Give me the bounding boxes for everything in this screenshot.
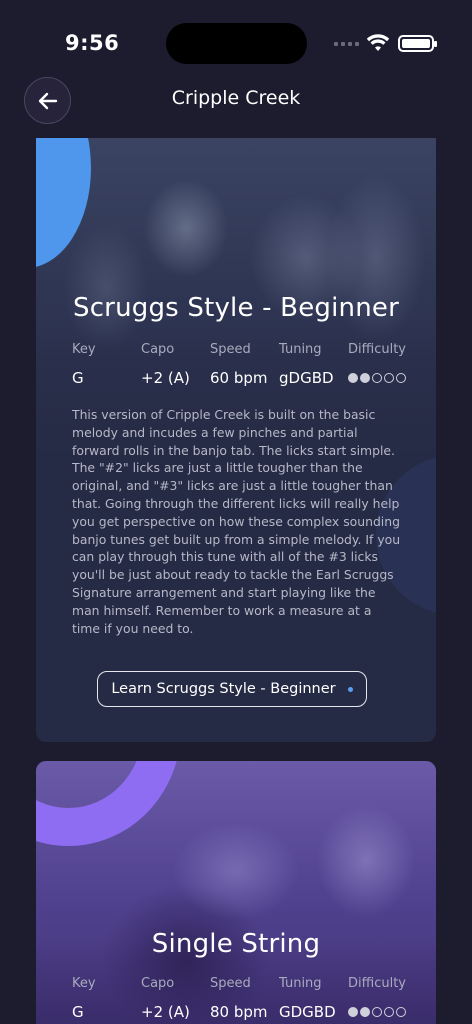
meta-capo: Capo +2 (A) (141, 976, 190, 1021)
meta-value: G (72, 1003, 84, 1021)
difficulty-dot-empty (372, 1007, 382, 1017)
difficulty-dot-empty (396, 1007, 406, 1017)
meta-label: Key (72, 342, 96, 357)
wifi-icon (366, 34, 390, 51)
arrangement-title: Scruggs Style - Beginner (72, 293, 399, 323)
status-time: 9:56 (65, 31, 120, 55)
difficulty-dot-filled (360, 1007, 370, 1017)
meta-value: +2 (A) (141, 1003, 190, 1021)
arrangement-title: Single String (151, 929, 321, 959)
learn-button-label: Learn Scruggs Style - Beginner (111, 681, 336, 697)
meta-value: gDGBD (279, 369, 334, 387)
meta-difficulty: Difficulty (348, 342, 406, 383)
difficulty-dot-filled (348, 1007, 358, 1017)
meta-key: Key G (72, 976, 96, 1021)
difficulty-dot-empty (372, 373, 382, 383)
battery-icon (398, 35, 437, 52)
difficulty-rating (348, 373, 406, 383)
meta-tuning: Tuning gDGBD (279, 342, 334, 387)
meta-label: Difficulty (348, 976, 406, 991)
difficulty-dot-empty (384, 1007, 394, 1017)
meta-label: Speed (210, 342, 251, 357)
meta-capo: Capo +2 (A) (141, 342, 190, 387)
bullet-icon (347, 686, 353, 692)
meta-difficulty: Difficulty (348, 976, 406, 1017)
difficulty-dot-filled (348, 373, 358, 383)
page-title: Cripple Creek (171, 87, 301, 109)
difficulty-dot-filled (360, 373, 370, 383)
difficulty-dot-empty (384, 373, 394, 383)
difficulty-dot-empty (396, 373, 406, 383)
meta-speed: Speed 60 bpm (210, 342, 268, 387)
meta-value: 80 bpm (210, 1003, 268, 1021)
meta-label: Tuning (279, 342, 322, 357)
meta-speed: Speed 80 bpm (210, 976, 268, 1021)
meta-label: Speed (210, 976, 251, 991)
meta-label: Tuning (279, 976, 322, 991)
meta-label: Key (72, 976, 96, 991)
meta-value: G (72, 369, 84, 387)
difficulty-rating (348, 1007, 406, 1017)
cellular-signal-icon (334, 42, 359, 46)
arrangement-description: This version of Cripple Creek is built o… (72, 407, 401, 636)
meta-label: Capo (141, 342, 175, 357)
dynamic-island (166, 23, 307, 64)
meta-label: Capo (141, 976, 175, 991)
meta-value: GDGBD (279, 1003, 336, 1021)
meta-key: Key G (72, 342, 96, 387)
meta-label: Difficulty (348, 342, 406, 357)
meta-tuning: Tuning GDGBD (279, 976, 336, 1021)
meta-value: +2 (A) (141, 369, 190, 387)
status-bar: 9:56 (0, 0, 472, 80)
learn-arrangement-button[interactable]: Learn Scruggs Style - Beginner (97, 671, 367, 707)
meta-value: 60 bpm (210, 369, 268, 387)
